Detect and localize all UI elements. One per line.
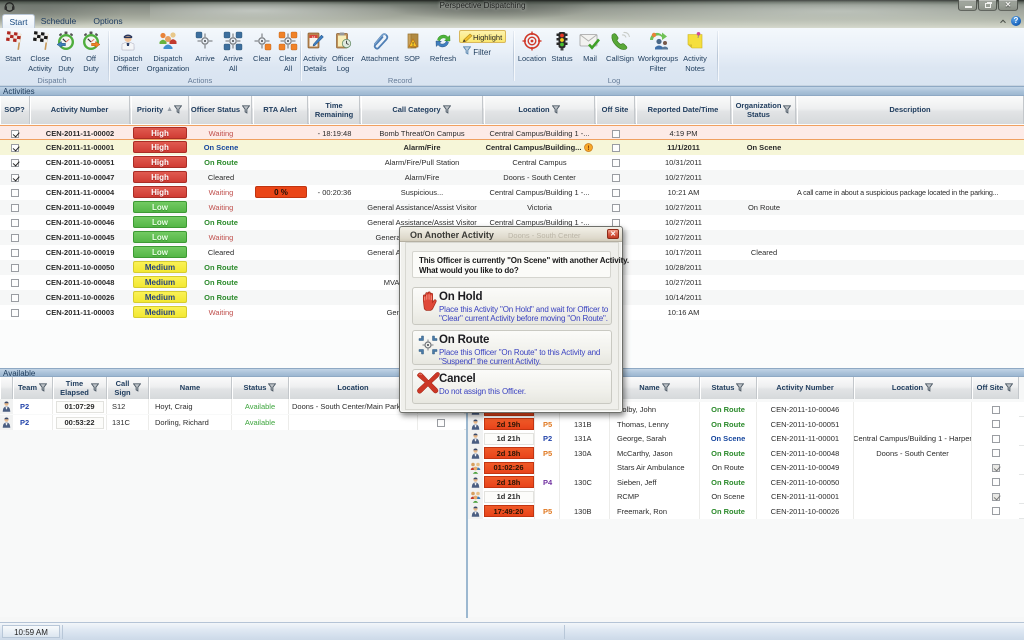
svg-text:!: ! [588, 145, 590, 152]
svg-text:14: 14 [312, 35, 316, 39]
svg-text:!: ! [412, 42, 414, 48]
